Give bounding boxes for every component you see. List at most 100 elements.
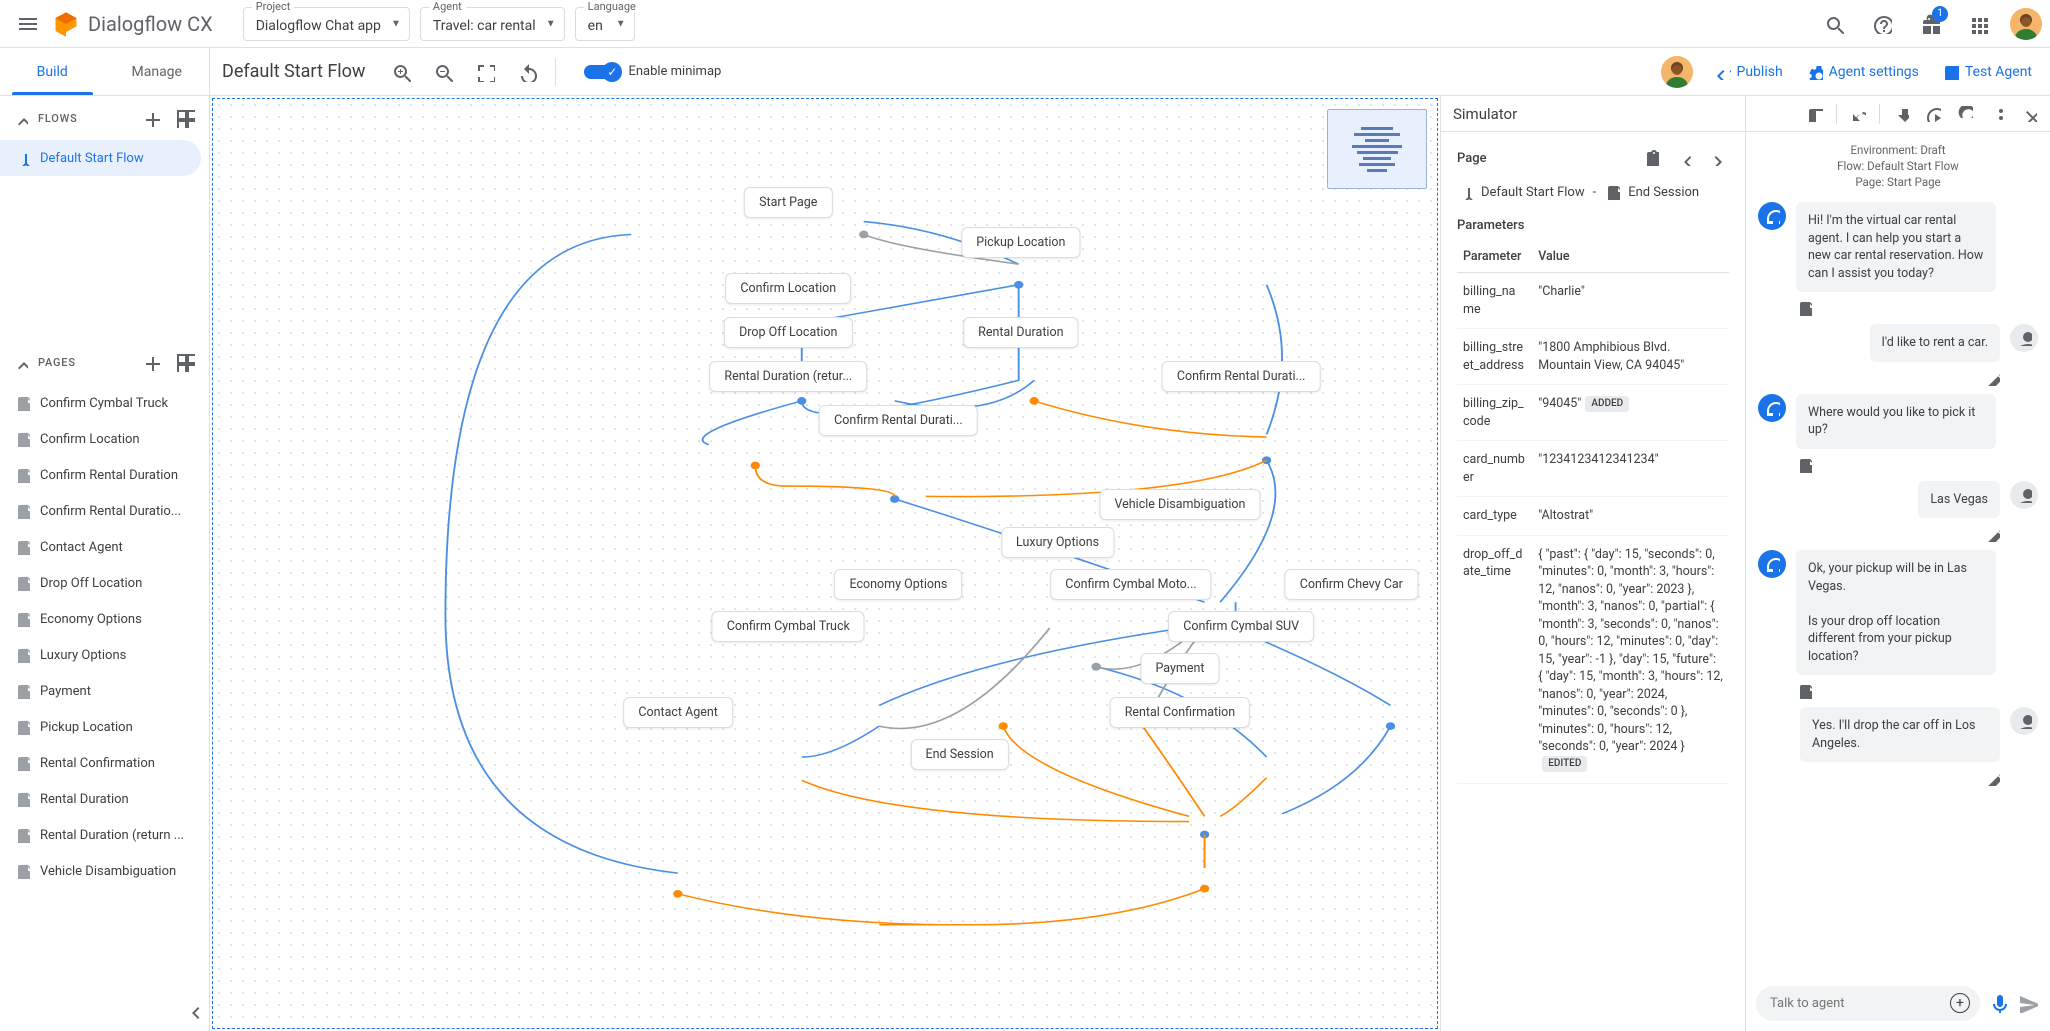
node-start-page[interactable]: Start Page <box>744 187 832 218</box>
page-icon <box>14 431 30 447</box>
pages-grid-icon[interactable] <box>173 350 197 374</box>
flows-grid-icon[interactable] <box>173 106 197 130</box>
flow-canvas[interactable]: Start Page Pickup Location Confirm Locat… <box>212 98 1438 1029</box>
send-icon[interactable] <box>2016 983 2040 1023</box>
node-payment[interactable]: Payment <box>1140 653 1219 684</box>
page-item[interactable]: Economy Options <box>0 601 209 637</box>
node-confirm-cymbal-truck[interactable]: Confirm Cymbal Truck <box>712 611 865 642</box>
page-item[interactable]: Payment <box>0 673 209 709</box>
notifications-icon[interactable]: 1 <box>1910 4 1950 44</box>
chat-input[interactable] <box>1756 986 1980 1021</box>
parameters-label: Parameters <box>1457 218 1729 233</box>
simulator-panel: Simulator Page Default Start Flow - End … <box>1440 96 1745 1031</box>
node-drop-off-location[interactable]: Drop Off Location <box>724 317 852 348</box>
zoom-out-icon[interactable] <box>423 52 463 92</box>
add-flow-icon[interactable] <box>139 106 163 130</box>
close-icon[interactable] <box>2014 99 2044 129</box>
page-item[interactable]: Confirm Location <box>0 421 209 457</box>
clipboard-icon[interactable] <box>1637 144 1665 172</box>
project-selector[interactable]: Project Dialogflow Chat app ▼ <box>243 7 410 41</box>
help-icon[interactable] <box>1862 4 1902 44</box>
flow-item[interactable]: Default Start Flow <box>0 140 201 176</box>
product-logo[interactable]: Dialogflow CX <box>52 10 213 38</box>
reset-chat-icon[interactable] <box>1950 99 1980 129</box>
mic-icon[interactable] <box>1986 983 2010 1023</box>
zoom-in-icon[interactable] <box>381 52 421 92</box>
chevron-down-icon: ▼ <box>616 18 626 29</box>
page-item[interactable]: Confirm Rental Duratio... <box>0 493 209 529</box>
response-detail-icon[interactable] <box>1796 300 1812 316</box>
agent-settings-button[interactable]: Agent settings <box>1797 58 1929 86</box>
add-page-icon[interactable] <box>139 350 163 374</box>
chevron-up-icon[interactable] <box>12 354 28 370</box>
page-item[interactable]: Rental Duration <box>0 781 209 817</box>
page-item[interactable]: Rental Duration (return ... <box>0 817 209 853</box>
edit-icon[interactable] <box>1984 370 2000 386</box>
response-detail-icon[interactable] <box>1796 457 1812 473</box>
add-event-icon[interactable]: + <box>1950 993 1970 1013</box>
chevron-up-icon[interactable] <box>12 110 28 126</box>
replay-icon[interactable] <box>1918 99 1948 129</box>
node-confirm-cymbal-moto[interactable]: Confirm Cymbal Moto... <box>1050 569 1211 600</box>
page-item[interactable]: Contact Agent <box>0 529 209 565</box>
tab-build[interactable]: Build <box>0 48 105 95</box>
response-detail-icon[interactable] <box>1796 683 1812 699</box>
node-luxury-options[interactable]: Luxury Options <box>1001 527 1114 558</box>
user-avatar-icon <box>2010 324 2038 352</box>
account-avatar[interactable] <box>2010 8 2042 40</box>
node-confirm-rental-duration-1[interactable]: Confirm Rental Durati... <box>819 405 978 436</box>
more-icon[interactable] <box>1982 99 2012 129</box>
table-row[interactable]: billing_street_address"1800 Amphibious B… <box>1457 329 1729 385</box>
edit-icon[interactable] <box>1984 526 2000 542</box>
node-rental-duration-return[interactable]: Rental Duration (retur... <box>709 361 867 392</box>
node-rental-duration[interactable]: Rental Duration <box>963 317 1078 348</box>
language-selector[interactable]: Language en ▼ <box>575 7 635 41</box>
table-row[interactable]: billing_name"Charlie" <box>1457 273 1729 329</box>
prev-turn-icon[interactable] <box>1669 144 1697 172</box>
node-confirm-chevy-car[interactable]: Confirm Chevy Car <box>1285 569 1418 600</box>
minimap[interactable] <box>1327 109 1427 189</box>
apps-icon[interactable] <box>1958 4 1998 44</box>
page-icon <box>14 863 30 879</box>
collapse-panel-icon[interactable] <box>183 1001 203 1025</box>
test-agent-button[interactable]: Test Agent <box>1933 58 2042 86</box>
agent-selector[interactable]: Agent Travel: car rental ▼ <box>420 7 565 41</box>
reset-icon[interactable] <box>507 52 547 92</box>
undo-icon[interactable] <box>1843 99 1873 129</box>
node-vehicle-disambiguation[interactable]: Vehicle Disambiguation <box>1099 489 1260 520</box>
table-row[interactable]: card_number"1234123412341234" <box>1457 441 1729 497</box>
next-turn-icon[interactable] <box>1701 144 1729 172</box>
table-row[interactable]: card_type"Altostrat" <box>1457 497 1729 536</box>
menu-icon[interactable] <box>8 4 48 44</box>
table-row[interactable]: billing_zip_code"94045"ADDED <box>1457 385 1729 441</box>
page-item[interactable]: Confirm Rental Duration <box>0 457 209 493</box>
publish-button[interactable]: Publish <box>1705 58 1793 86</box>
node-rental-confirmation[interactable]: Rental Confirmation <box>1110 697 1251 728</box>
collaborator-avatar[interactable] <box>1661 56 1693 88</box>
save-icon[interactable] <box>1886 99 1916 129</box>
edit-icon[interactable] <box>1984 770 2000 786</box>
page-item[interactable]: Luxury Options <box>0 637 209 673</box>
table-row[interactable]: drop_off_date_time{ "past": { "day": 15,… <box>1457 535 1729 784</box>
node-contact-agent[interactable]: Contact Agent <box>623 697 733 728</box>
node-end-session[interactable]: End Session <box>911 739 1009 770</box>
node-pickup-location[interactable]: Pickup Location <box>961 227 1080 258</box>
layout-icon[interactable] <box>1800 99 1830 129</box>
parameters-table: Parameter Value billing_name"Charlie"bil… <box>1457 241 1729 784</box>
search-icon[interactable] <box>1814 4 1854 44</box>
page-item[interactable]: Pickup Location <box>0 709 209 745</box>
minimap-toggle[interactable]: ✓ <box>584 65 620 79</box>
tab-manage[interactable]: Manage <box>105 48 210 95</box>
page-item[interactable]: Vehicle Disambiguation <box>0 853 209 889</box>
node-confirm-cymbal-suv[interactable]: Confirm Cymbal SUV <box>1168 611 1314 642</box>
node-confirm-rental-duration-2[interactable]: Confirm Rental Durati... <box>1162 361 1321 392</box>
fit-icon[interactable] <box>465 52 505 92</box>
page-item[interactable]: Drop Off Location <box>0 565 209 601</box>
flow-title: Default Start Flow <box>210 61 377 82</box>
chat-meta: Environment: Draft Flow: Default Start F… <box>1746 132 2050 196</box>
node-confirm-location[interactable]: Confirm Location <box>725 273 851 304</box>
page-item[interactable]: Rental Confirmation <box>0 745 209 781</box>
page-item[interactable]: Confirm Cymbal Truck <box>0 385 209 421</box>
page-icon <box>14 647 30 663</box>
node-economy-options[interactable]: Economy Options <box>834 569 962 600</box>
